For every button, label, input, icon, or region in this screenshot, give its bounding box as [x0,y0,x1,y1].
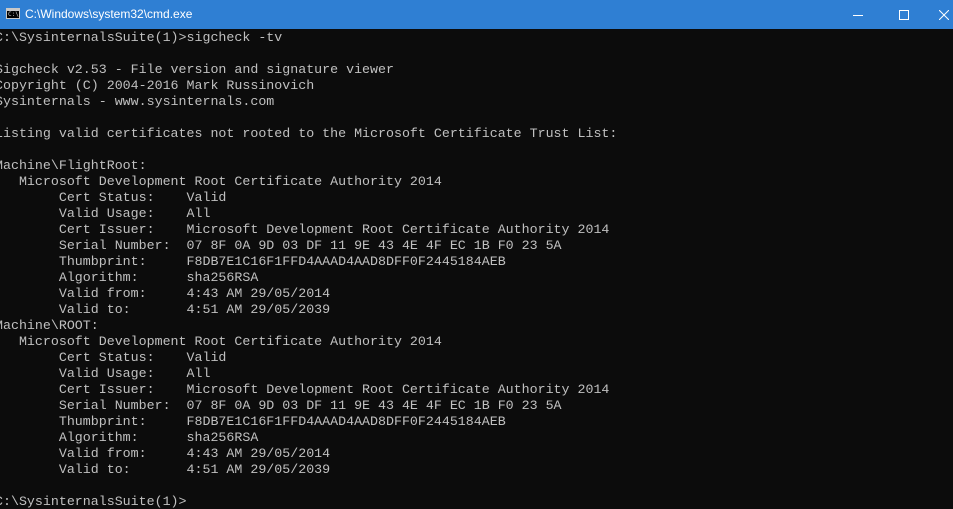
close-button[interactable] [927,0,953,29]
maximize-icon [899,9,909,20]
console-line: Cert Status: Valid [0,190,227,205]
console-line: Algorithm: sha256RSA [0,270,259,285]
console-line: Serial Number: 07 8F 0A 9D 03 DF 11 9E 4… [0,238,562,253]
console-line: Valid to: 4:51 AM 29/05/2039 [0,462,331,477]
console-line: Machine\ROOT: [0,318,99,333]
minimize-button[interactable] [835,0,881,29]
console-line: Thumbprint: F8DB7E1C16F1FFD4AAAD4AAD8DFF… [0,414,506,429]
console-output[interactable]: C:\SysinternalsSuite(1)>sigcheck -tv Sigc… [0,29,953,509]
console-line: Microsoft Development Root Certificate A… [0,334,442,349]
cmd-icon: C:\ [6,8,20,19]
console-line: Valid Usage: All [0,366,211,381]
console-line: Cert Status: Valid [0,350,227,365]
title-bar[interactable]: C:\ C:\Windows\system32\cmd.exe [0,0,953,29]
maximize-button[interactable] [881,0,927,29]
console-line: Sigcheck v2.53 - File version and signat… [0,62,394,77]
cmd-window: C:\ C:\Windows\system32\cmd.exe C:\Sysin… [0,0,953,509]
window-title: C:\Windows\system32\cmd.exe [25,7,193,21]
console-line: C:\SysinternalsSuite(1)>sigcheck -tv [0,30,283,45]
console-line: Thumbprint: F8DB7E1C16F1FFD4AAAD4AAD8DFF… [0,254,506,269]
console-line: Copyright (C) 2004-2016 Mark Russinovich [0,78,315,93]
console-line: Valid from: 4:43 AM 29/05/2014 [0,286,331,301]
console-line: Listing valid certificates not rooted to… [0,126,618,141]
console-line: Valid to: 4:51 AM 29/05/2039 [0,302,331,317]
console-line: Machine\FlightRoot: [0,158,147,173]
cmd-icon-glyph: C:\ [8,11,19,18]
console-line: Cert Issuer: Microsoft Development Root … [0,222,610,237]
console-line: Microsoft Development Root Certificate A… [0,174,442,189]
console-line: Sysinternals - www.sysinternals.com [0,94,275,109]
console-line: Serial Number: 07 8F 0A 9D 03 DF 11 9E 4… [0,398,562,413]
console-line: Algorithm: sha256RSA [0,430,259,445]
console-line: C:\SysinternalsSuite(1)> [0,494,187,509]
console-line: Cert Issuer: Microsoft Development Root … [0,382,610,397]
console-line: Valid from: 4:43 AM 29/05/2014 [0,446,331,461]
minimize-icon [853,14,863,16]
console-line: Valid Usage: All [0,206,211,221]
close-icon [939,9,949,20]
